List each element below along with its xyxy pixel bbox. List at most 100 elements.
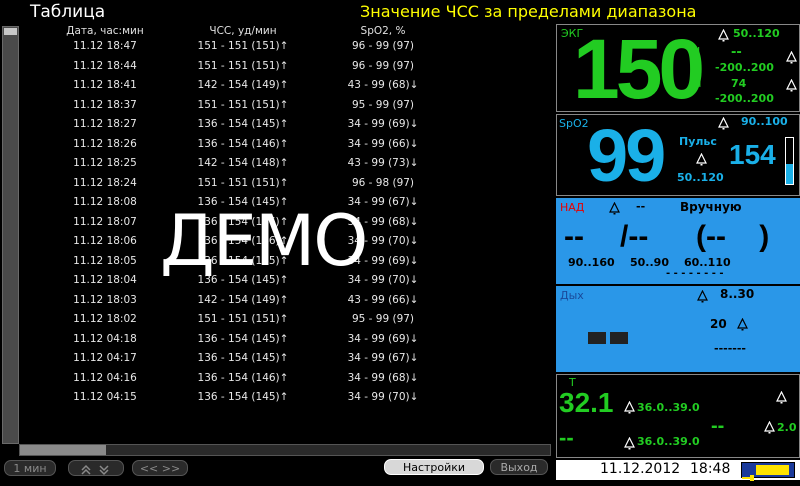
alarm-bell-icon [718,29,729,42]
alarm-message: Значение ЧСС за пределами диапазона [360,2,697,21]
nibp-dia-limits: 50..90 [630,256,669,269]
resp-panel[interactable]: Дых 8..30 20 ------- [556,286,800,372]
nibp-panel[interactable]: НАД -- Вручную -- /-- (-- ) 90..160 50..… [556,198,800,284]
alarm-bell-icon [737,318,748,331]
table-cell-hr: 151 - 151 (151)↑ [197,40,289,52]
page-title: Таблица [30,2,106,22]
nibp-label: НАД [560,201,585,214]
alarm-bell-icon [776,391,787,404]
table-cell-date: 11.12 18:05 [73,254,137,267]
pulse-value: 154 [729,139,776,170]
table-cell-date: 11.12 18:26 [73,137,137,150]
st1-limits: -200..200 [715,61,774,74]
column-header-hr: ЧСС, уд/мин [209,25,277,37]
table-cell-spo2: 34 - 99 (69)↓ [347,118,419,130]
table-cell-date: 11.12 18:02 [73,313,137,325]
spo2-panel[interactable]: SpO2 99 90..100 Пульс 154 50..120 [556,114,800,196]
st2-limits: -200..200 [715,92,774,105]
resp-value: 20 [710,317,727,331]
status-date: 11.12.2012 [600,461,681,477]
column-header-spo2: SpO2, % [360,25,406,37]
nibp-alarm-value: -- [636,200,646,213]
exit-button[interactable]: Выход [490,459,548,475]
vertical-scroll-thumb[interactable] [4,28,17,35]
table-cell-date: 11.12 18:03 [73,293,137,306]
table-cell-spo2: 43 - 99 (66)↓ [347,293,419,306]
temp-1-limits: 36.0..39.0 [637,401,700,414]
table-cell-date: 11.12 18:41 [73,79,137,91]
st2-value: 74 [731,77,747,90]
perfusion-bar [785,137,794,185]
perfusion-bar-fill [786,164,793,184]
temp-2-value: -- [559,425,574,450]
scroll-updown-button[interactable] [68,460,124,476]
nibp-systolic: -- [564,220,584,253]
horizontal-scroll-thumb[interactable] [20,445,106,455]
table-cell-spo2: 96 - 99 (97) [351,59,415,72]
table-cell-date: 11.12 18:47 [73,40,137,52]
table-cell-date: 11.12 18:06 [73,235,137,247]
table-cell-hr: 136 - 154 (145)↑ [197,352,289,364]
table-cell-date: 11.12 04:15 [73,391,137,403]
spo2-value: 99 [587,114,666,197]
chevrons-updown-icon [81,464,109,476]
table-cell-date: 11.12 18:24 [73,176,137,189]
ecg-panel[interactable]: ЭКГ 150 50..120 I II -- -200..200 74 -20… [556,24,800,112]
table-cell-hr: 136 - 154 (145)↑ [197,118,289,130]
table-cell-hr: 151 - 151 (151)↑ [197,98,289,111]
table-cell-spo2: 34 - 99 (67)↓ [347,352,419,364]
temp-delta-value: -- [711,415,725,437]
settings-button[interactable]: Настройки [384,459,484,475]
plug-icon [742,467,756,481]
column-header-date: Дата, час:мин [66,25,144,37]
table-cell-spo2: 95 - 99 (97) [351,98,415,111]
hr-value: 150 [573,22,705,116]
alarm-bell-icon [786,79,797,92]
table-cell-spo2: 34 - 99 (69)↓ [347,332,419,345]
temp-panel[interactable]: Т 32.1 36.0..39.0 -- 36.0..39.0 -- 2.0 [556,374,800,458]
table-cell-spo2: 96 - 98 (97) [351,176,415,189]
table-cell-hr: 151 - 151 (151)↑ [197,313,289,325]
temp-1-value: 32.1 [559,387,614,418]
temp-delta-limit: 2.0 [777,421,797,434]
nibp-dashes: - - - - - - - - [666,268,724,279]
alarm-bell-icon [697,290,708,303]
resp-value-block [610,332,628,344]
st1-value: -- [731,45,742,60]
spo2-limits: 90..100 [741,115,788,128]
alarm-bell-icon [718,117,729,130]
table-cell-hr: 136 - 154 (145)↑ [197,332,289,345]
table-cell-date: 11.12 18:44 [73,59,137,72]
alarm-bell-icon [624,401,635,414]
spo2-label: SpO2 [559,117,589,130]
vertical-scrollbar[interactable] [2,26,19,444]
nibp-diastolic: /-- [620,220,649,253]
table-cell-hr: 136 - 154 (146)↑ [197,371,289,384]
interval-button[interactable]: 1 мин [4,460,56,476]
scroll-leftright-button[interactable]: << >> [132,460,188,476]
table-cell-hr: 142 - 154 (149)↑ [197,79,289,91]
lead-1-label: I [697,45,701,58]
table-cell-date: 11.12 18:08 [73,196,137,208]
resp-label: Дых [560,289,584,302]
table-cell-spo2: 34 - 99 (66)↓ [347,137,419,150]
status-time: 18:48 [690,461,731,477]
table-cell-hr: 151 - 151 (151)↑ [197,59,289,72]
table-cell-spo2: 95 - 99 (97) [351,313,415,325]
table-cell-date: 11.12 18:25 [73,157,137,169]
lead-2-label: II [695,77,702,90]
table-cell-spo2: 43 - 99 (68)↓ [347,79,419,91]
table-cell-hr: 151 - 151 (151)↑ [197,176,289,189]
temp-2-limits: 36.0..39.0 [637,435,700,448]
battery-icon [741,462,795,481]
nibp-sys-limits: 90..160 [568,256,615,269]
demo-watermark: ДЕМО [160,200,368,282]
battery-level [756,465,789,475]
alarm-bell-icon [764,421,775,434]
table-cell-spo2: 43 - 99 (73)↓ [347,157,419,169]
table-cell-hr: 136 - 154 (146)↑ [197,137,289,150]
resp-value-block [588,332,606,344]
table-cell-date: 11.12 18:27 [73,118,137,130]
horizontal-scrollbar[interactable] [19,444,551,456]
table-cell-date: 11.12 18:37 [73,98,137,111]
